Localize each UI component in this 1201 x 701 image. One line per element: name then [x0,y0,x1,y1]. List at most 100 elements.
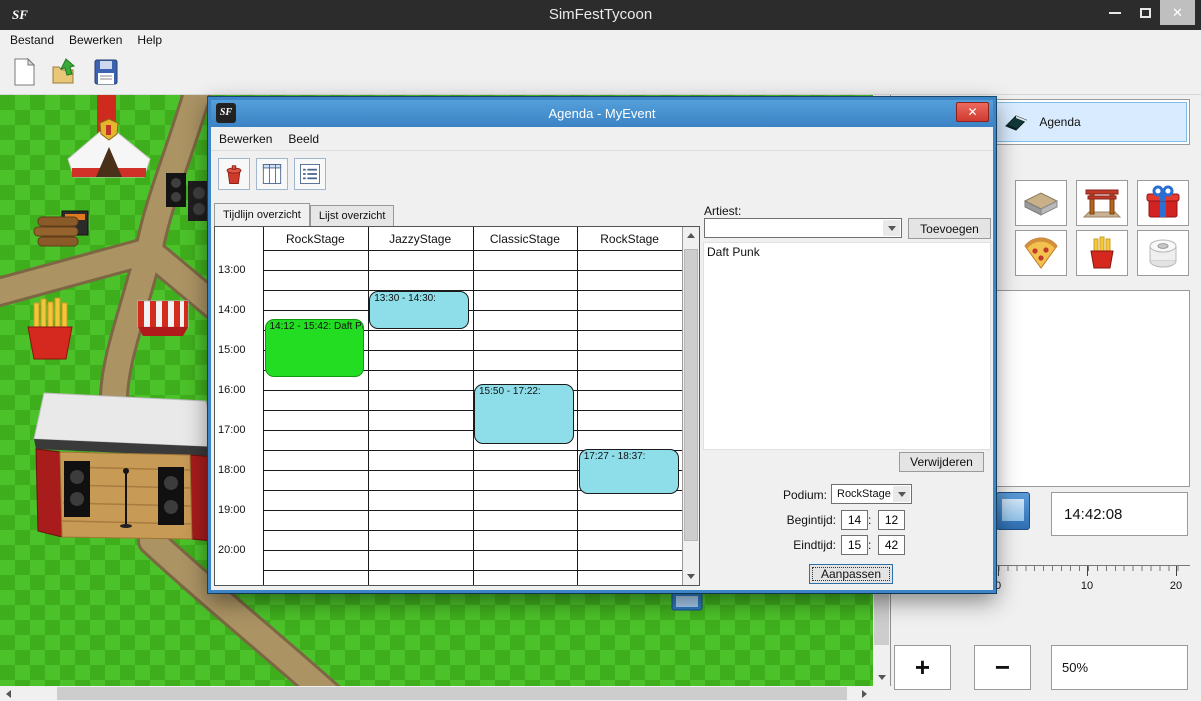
clock-display: 14:42:08 [1051,492,1188,536]
time-label: 20:00 [218,544,246,556]
dialog-close-button[interactable]: ✕ [956,102,989,122]
menu-bar: Bestand Bewerken Help [0,30,1201,50]
zoom-value-field[interactable]: 50% [1051,645,1188,690]
ruler-label: 20 [1170,580,1182,592]
arrow-up-icon [687,233,695,238]
time-label: 17:00 [218,424,246,436]
map-horizontal-scrollbar[interactable] [0,686,873,701]
zoom-value: 50% [1062,660,1088,675]
timeline-view-button[interactable] [256,158,288,190]
tab-timeline-overview[interactable]: Tijdlijn overzicht [214,203,310,226]
podium-combobox[interactable]: RockStage [831,484,912,504]
dialog-title: Agenda - MyEvent [211,100,993,127]
tab-list-overview[interactable]: Lijst overzicht [310,205,395,226]
zoom-in-button[interactable]: + [894,645,951,690]
artist-listbox[interactable]: Daft Punk [703,242,991,450]
list-view-button[interactable] [294,158,326,190]
schedule-time-gutter: 13:0014:0015:0016:0017:0018:0019:0020:00 [215,251,263,585]
schedule-scroll-up-button[interactable] [683,227,699,244]
timeline-view-icon [259,161,285,187]
scroll-right-button[interactable] [856,686,873,701]
dialog-menu-bewerken[interactable]: Bewerken [219,132,272,146]
open-file-button[interactable] [50,56,80,88]
scroll-left-button[interactable] [0,686,17,701]
trash-icon [221,161,247,187]
fries-icon [1080,234,1124,272]
remove-artist-button[interactable]: Verwijderen [899,452,984,472]
arrow-down-icon [878,675,886,680]
delete-event-button[interactable] [218,158,250,190]
stage-gate-icon [1080,184,1124,222]
podium-label: Podium: [751,488,827,502]
time-label: 13:00 [218,264,246,276]
begin-time-label: Begintijd: [736,513,836,527]
log-stand [34,211,88,246]
dialog-toolbar [211,151,993,199]
shop-item-gift[interactable] [1137,180,1189,226]
schedule-column-header: ClassicStage [473,227,578,250]
shop-item-pizza[interactable] [1015,230,1067,276]
time-separator: : [868,513,871,527]
schedule-scrollbar[interactable] [682,227,699,585]
artist-list-item[interactable]: Daft Punk [704,243,990,261]
maximize-button[interactable] [1130,0,1160,25]
scrollbar-corner [873,686,890,701]
window-title: SimFestTycoon [0,0,1201,30]
save-floppy-icon [93,58,119,86]
menu-bewerken[interactable]: Bewerken [69,33,122,47]
arrow-right-icon [862,690,867,698]
schedule-event[interactable]: 15:50 - 17:22: [474,384,574,443]
toilet-roll-icon [1141,234,1185,272]
artist-combobox[interactable] [704,218,902,238]
add-artist-button[interactable]: Toevoegen [908,218,991,239]
end-time-label: Eindtijd: [736,538,836,552]
map-marker-icon [672,593,702,610]
clock-value: 14:42:08 [1064,506,1122,523]
close-button[interactable]: ✕ [1160,0,1195,25]
time-label: 15:00 [218,344,246,356]
schedule-event[interactable]: 14:12 - 15:42: Daft Punk [265,319,365,377]
maximize-icon [1140,8,1151,18]
minimize-button[interactable] [1100,0,1130,25]
shop-item-fries[interactable] [1076,230,1128,276]
striped-tent [138,301,188,336]
shop-item-stage-gate[interactable] [1076,180,1128,226]
window-buttons: ✕ [1100,0,1195,25]
gift-icon [1141,184,1185,222]
open-file-icon [51,57,79,87]
arrow-down-icon [687,574,695,579]
fries-stand [28,298,72,359]
begin-minute-input[interactable] [878,510,905,530]
close-icon: ✕ [1172,6,1183,19]
new-file-button[interactable] [9,56,39,88]
end-hour-input[interactable] [841,535,868,555]
scroll-down-button[interactable] [873,669,890,686]
shop-item-floor-tile[interactable] [1015,180,1067,226]
schedule-event[interactable]: 17:27 - 18:37: [579,449,679,494]
chevron-down-icon [888,226,896,231]
arrow-left-icon [6,690,11,698]
shop-item-toilet-roll[interactable] [1137,230,1189,276]
schedule-grid: RockStageJazzyStageClassicStageRockStage… [214,226,700,586]
dialog-menu-beeld[interactable]: Beeld [288,132,319,146]
chevron-down-icon [898,492,906,497]
new-document-icon [11,57,37,87]
save-file-button[interactable] [91,56,121,88]
begin-hour-input[interactable] [841,510,868,530]
gutter-spacer [215,227,263,251]
pizza-icon [1019,234,1063,272]
schedule-column-header: RockStage [263,227,368,250]
artist-label: Artiest: [704,204,741,218]
menu-help[interactable]: Help [137,33,162,47]
apply-button[interactable]: Aanpassen [809,564,893,584]
agenda-book-icon [1003,112,1029,132]
list-view-icon [297,161,323,187]
schedule-event[interactable]: 13:30 - 14:30: [369,291,469,329]
end-minute-input[interactable] [878,535,905,555]
menu-bestand[interactable]: Bestand [10,33,54,47]
zoom-out-button[interactable]: − [974,645,1031,690]
horizontal-scroll-thumb[interactable] [57,687,847,700]
schedule-scroll-thumb[interactable] [684,249,698,541]
agenda-label: Agenda [1039,115,1080,129]
schedule-scroll-down-button[interactable] [683,568,699,585]
